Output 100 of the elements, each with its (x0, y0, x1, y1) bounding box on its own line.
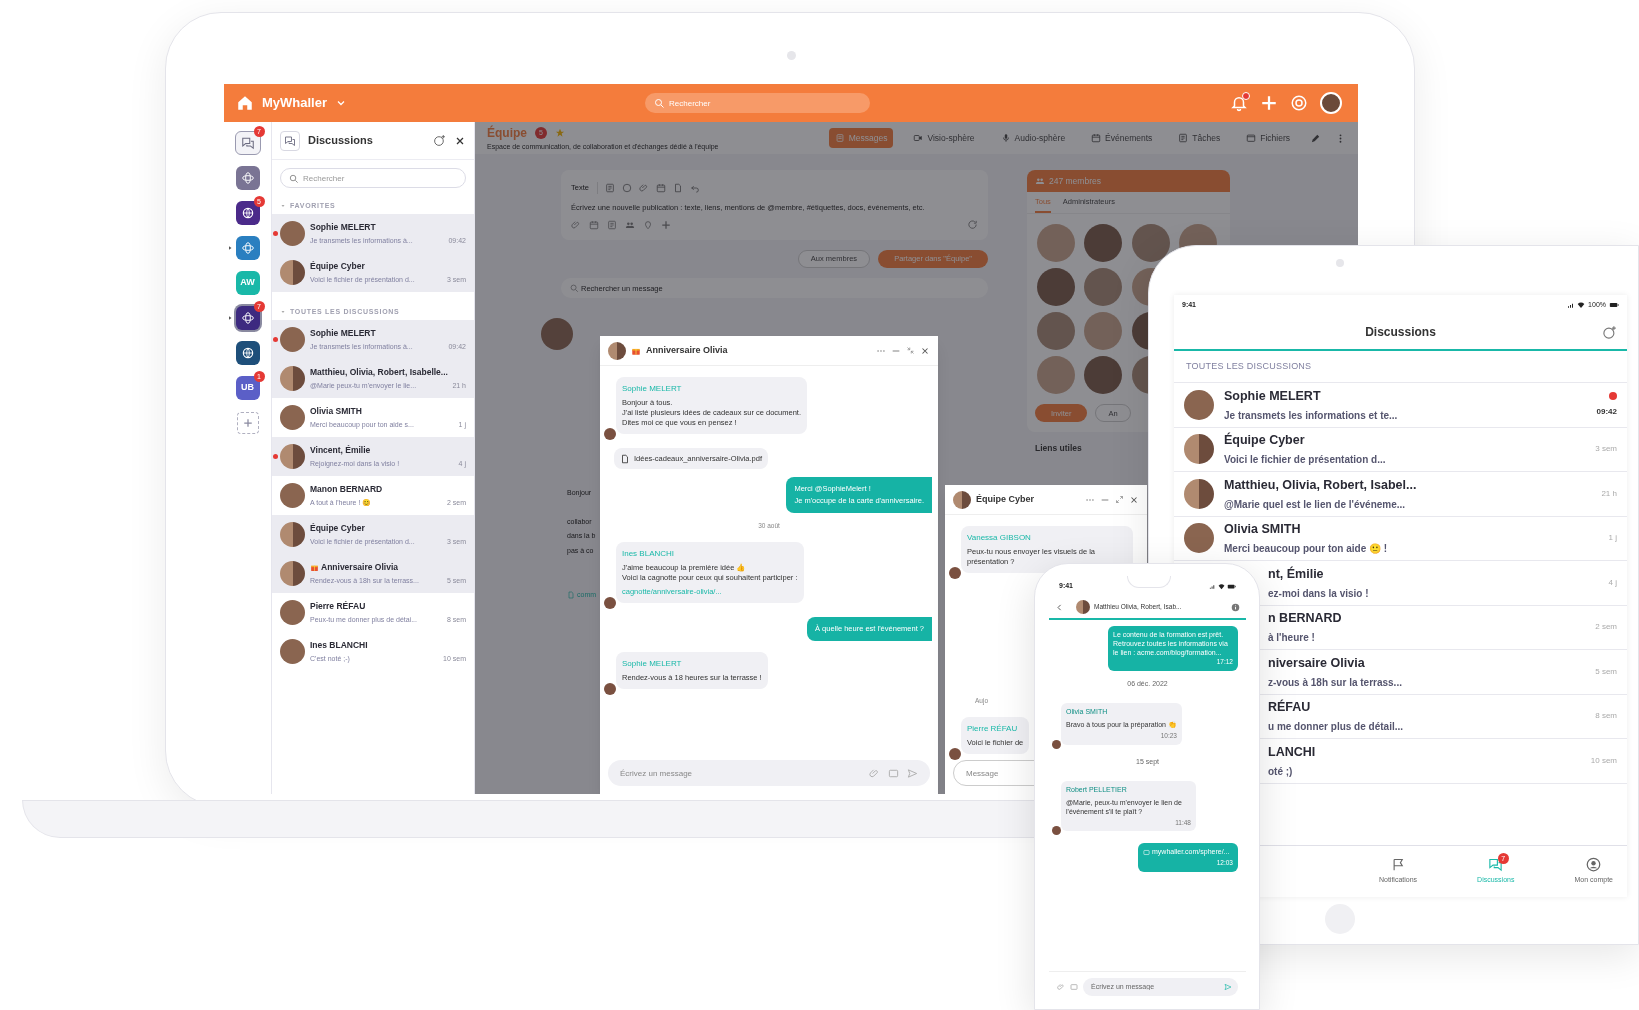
contact-name: Sophie MELERT (310, 326, 376, 340)
compose-icon[interactable] (1602, 324, 1617, 340)
people-icon (1035, 176, 1045, 186)
paperclip-icon[interactable] (638, 183, 649, 193)
globe-icon (240, 206, 255, 220)
member-avatar[interactable] (1084, 356, 1123, 395)
rail-item[interactable] (235, 166, 260, 190)
document-icon[interactable] (672, 183, 683, 193)
rail-item[interactable] (235, 341, 260, 365)
member-avatar[interactable] (1131, 224, 1170, 263)
message-preview: à l'heure ! (1268, 631, 1316, 646)
rail-item[interactable] (235, 201, 260, 225)
globe-icon (240, 346, 255, 360)
document-icon (834, 133, 845, 143)
sender-name: Ines BLANCHI (622, 548, 676, 560)
avatar (949, 567, 961, 579)
timestamp: 3 sem (1595, 443, 1617, 456)
send-icon[interactable] (1224, 982, 1232, 991)
discussion-row[interactable]: Sophie MELERT Je transmets les informations et te... 09:42 (1174, 383, 1627, 428)
pin-icon[interactable] (643, 219, 653, 230)
contact-name: Anniversaire Olivia (321, 560, 398, 574)
paperclip-icon[interactable] (1057, 982, 1065, 991)
member-avatar[interactable] (1084, 224, 1123, 263)
timestamp: 09:42 (1596, 405, 1617, 418)
plus-icon[interactable] (661, 219, 671, 230)
chat-title: Équipe Cyber (976, 492, 1035, 506)
space-title: Équipe (487, 124, 527, 142)
calendar-icon[interactable] (655, 183, 666, 193)
discussion-row[interactable]: Équipe Cyber Voici le fichier de présentation d... 3 sem (1174, 427, 1627, 472)
message-preview: ez-moi dans la visio ! (1268, 586, 1370, 601)
expand-icon[interactable] (1115, 495, 1124, 504)
avatar (604, 428, 616, 440)
tab[interactable]: Événements (1085, 128, 1159, 148)
screen-title: Discussions (1365, 324, 1436, 341)
timestamp: 4 j (1608, 576, 1617, 589)
list-icon[interactable] (604, 183, 615, 193)
back-icon[interactable] (1055, 602, 1064, 612)
contact-name: Équipe Cyber (1224, 431, 1306, 450)
panel-title: Discussions (308, 133, 374, 149)
refresh-icon[interactable] (967, 219, 978, 230)
paperclip-icon[interactable] (571, 219, 581, 230)
sender-name: Sophie MELERT (622, 658, 683, 671)
list-icon[interactable] (607, 219, 617, 230)
contact-name: Manon BERNARD (310, 482, 383, 496)
wifi-icon (1577, 301, 1586, 309)
timestamp: 5 sem (1595, 665, 1617, 678)
member-avatar[interactable] (1037, 268, 1075, 307)
discussion-row[interactable]: Olivia SMITH Merci beaucoup pour ton aide 🙂 ! 1 j (1174, 516, 1627, 561)
contact-name: Olivia SMITH (1224, 521, 1302, 539)
file-icon (620, 453, 630, 464)
tab[interactable]: Audio-sphère (994, 128, 1072, 148)
message-preview: oté ;) (1268, 764, 1294, 779)
close-icon[interactable] (1129, 494, 1139, 505)
collapse-icon[interactable] (906, 346, 915, 355)
search-field[interactable]: Rechercher (280, 168, 466, 188)
bell-icon[interactable] (1230, 94, 1248, 112)
compose-icon[interactable] (433, 134, 446, 147)
pencil-icon[interactable] (1310, 132, 1321, 144)
flag-icon (1390, 857, 1406, 873)
contact-name: Équipe Cyber (310, 521, 365, 535)
members-count: 247 membres (1049, 174, 1101, 188)
tab[interactable]: Tâches (1172, 128, 1227, 148)
paperclip-icon[interactable] (869, 767, 880, 779)
microphone-icon (1000, 133, 1011, 143)
triangle-icon[interactable] (226, 244, 233, 252)
calendar-icon[interactable] (589, 219, 599, 230)
smile-icon[interactable] (621, 183, 632, 193)
caret-icon[interactable] (280, 309, 286, 315)
home-icon[interactable] (236, 94, 254, 112)
avatar (1052, 739, 1061, 749)
rail-item[interactable] (235, 306, 260, 330)
group-avatar (1184, 478, 1214, 509)
contact-name: Vincent, Émilie (310, 443, 371, 457)
gif-icon[interactable] (888, 767, 899, 779)
avatar (604, 597, 616, 610)
tab[interactable]: Fichiers (1240, 128, 1296, 148)
sender-name: Vanessa GIBSON (967, 532, 1032, 544)
undo-icon[interactable] (689, 183, 700, 193)
gif-icon[interactable] (1070, 982, 1078, 991)
timestamp: 21 h (1601, 487, 1617, 500)
star-icon[interactable] (555, 127, 565, 138)
contact-name: niversaire Olivia (1268, 654, 1366, 672)
send-icon[interactable] (907, 767, 918, 779)
group-avatar (1076, 600, 1090, 614)
avatar (1184, 389, 1214, 420)
tab[interactable]: Visio-sphère (907, 128, 981, 148)
search-field[interactable]: Rechercher (645, 93, 870, 113)
lifebuoy-icon[interactable] (1290, 94, 1308, 112)
video-camera-icon (913, 133, 924, 143)
add-button[interactable] (236, 412, 259, 434)
discussion-row[interactable]: Matthieu, Olivia, Robert, Isabel... @Marie quel est le lien de l'événeme... 21 h (1174, 472, 1627, 517)
contact-name: Ines BLANCHI (310, 638, 368, 652)
caret-icon[interactable] (280, 203, 286, 209)
avatar[interactable] (1320, 92, 1342, 114)
triangle-icon[interactable] (226, 314, 233, 322)
search-icon (288, 172, 299, 184)
message-input[interactable]: Écrivez un message (608, 760, 930, 786)
contact-name: RÉFAU (1268, 698, 1312, 717)
search-icon (569, 283, 579, 293)
info-icon[interactable] (1231, 602, 1240, 612)
